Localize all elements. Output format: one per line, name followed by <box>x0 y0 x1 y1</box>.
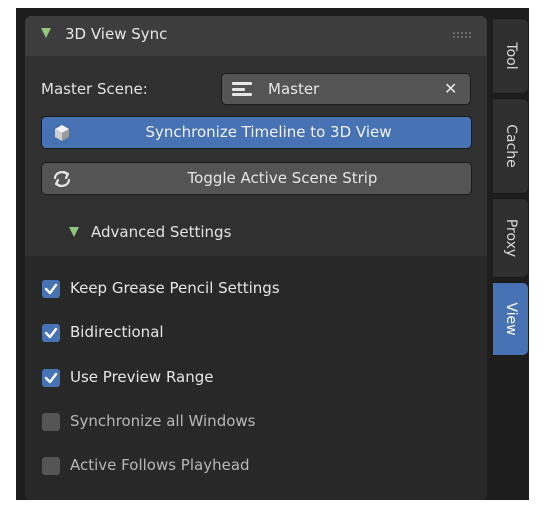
option-label: Bidirectional <box>70 323 164 341</box>
toggle-scene-strip-button[interactable]: Toggle Active Scene Strip <box>41 162 472 195</box>
tab-label: Cache <box>502 124 519 168</box>
synchronize-timeline-label: Synchronize Timeline to 3D View <box>145 123 392 141</box>
triangle-down-icon[interactable] <box>41 28 51 38</box>
panel-title: 3D View Sync <box>65 25 168 43</box>
tab-label: View <box>502 302 519 336</box>
option-label: Keep Grease Pencil Settings <box>70 279 280 297</box>
tab-label: Tool <box>502 42 519 70</box>
synchronize-timeline-button[interactable]: Synchronize Timeline to 3D View <box>41 116 472 149</box>
checkbox[interactable] <box>42 413 60 431</box>
tab-proxy[interactable]: Proxy <box>493 198 529 278</box>
master-scene-label: Master Scene: <box>41 80 148 98</box>
advanced-settings-title: Advanced Settings <box>91 223 232 241</box>
master-scene-value: Master <box>268 80 320 98</box>
grip-icon[interactable] <box>453 32 473 40</box>
tab-cache[interactable]: Cache <box>493 98 529 194</box>
option-label: Active Follows Playhead <box>70 456 250 474</box>
tab-tool[interactable]: Tool <box>493 18 529 94</box>
triangle-down-icon[interactable] <box>69 227 79 237</box>
option-label: Use Preview Range <box>70 368 214 386</box>
toggle-scene-strip-label: Toggle Active Scene Strip <box>187 169 378 187</box>
checkbox[interactable] <box>42 457 60 475</box>
tab-view[interactable]: View <box>493 282 529 356</box>
close-icon[interactable]: ✕ <box>444 79 457 98</box>
option-label: Synchronize all Windows <box>70 412 256 430</box>
panel-header[interactable]: 3D View Sync <box>25 16 487 56</box>
advanced-settings-header[interactable]: Advanced Settings <box>25 212 487 256</box>
checkbox[interactable] <box>42 324 60 342</box>
checkbox[interactable] <box>42 369 60 387</box>
scene-icon <box>232 82 252 96</box>
master-scene-field[interactable]: Master ✕ <box>221 73 471 105</box>
checkbox[interactable] <box>42 280 60 298</box>
tab-label: Proxy <box>502 218 519 258</box>
